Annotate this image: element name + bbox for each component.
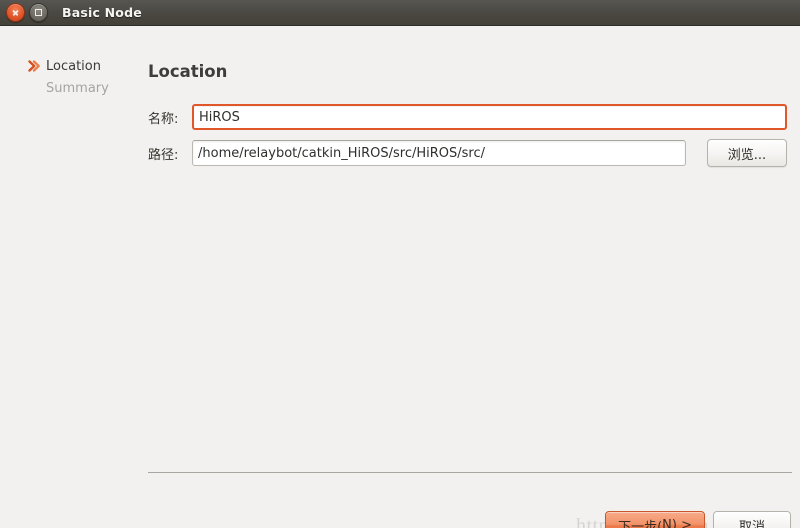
next-button-mnemonic: N [662, 517, 672, 528]
dialog-body: Location Summary Location 名称: HiROS 路径: … [0, 26, 800, 528]
next-button[interactable]: 下一步(N) > [605, 511, 705, 528]
sidebar-item-label: Location [46, 59, 101, 74]
name-input[interactable]: HiROS [192, 104, 787, 130]
sidebar-item-label: Summary [46, 81, 109, 96]
path-field-label: 路径: [148, 147, 179, 163]
name-field-row: 名称: HiROS [148, 104, 787, 130]
browse-button[interactable]: 浏览... [707, 139, 787, 167]
next-button-label-pre: 下一步( [618, 519, 663, 528]
path-field-row: 路径: /home/relaybot/catkin_HiROS/src/HiRO… [148, 140, 787, 166]
close-icon[interactable] [6, 3, 25, 22]
next-button-label-post: ) > [671, 517, 692, 528]
name-field-label: 名称: [148, 111, 179, 127]
page-title: Location [148, 62, 228, 81]
close-glyph [12, 9, 19, 16]
main-content: Location 名称: HiROS 路径: /home/relaybot/ca… [140, 26, 800, 528]
title-bar: Basic Node [0, 0, 800, 26]
footer-divider [148, 472, 792, 473]
dialog-window: Basic Node Location Summary Location 名称:… [0, 0, 800, 528]
window-title: Basic Node [62, 5, 142, 20]
sidebar-item-summary[interactable]: Summary [0, 78, 140, 100]
cancel-button[interactable]: 取消 [713, 511, 791, 528]
maximize-glyph [35, 9, 42, 16]
path-input[interactable]: /home/relaybot/catkin_HiROS/src/HiROS/sr… [192, 140, 686, 166]
maximize-icon[interactable] [29, 3, 48, 22]
chevron-double-right-icon [28, 59, 42, 73]
wizard-step-list: Location Summary [0, 26, 140, 100]
sidebar-item-location[interactable]: Location [0, 56, 140, 78]
dialog-footer: 下一步(N) > 取消 [605, 511, 791, 528]
